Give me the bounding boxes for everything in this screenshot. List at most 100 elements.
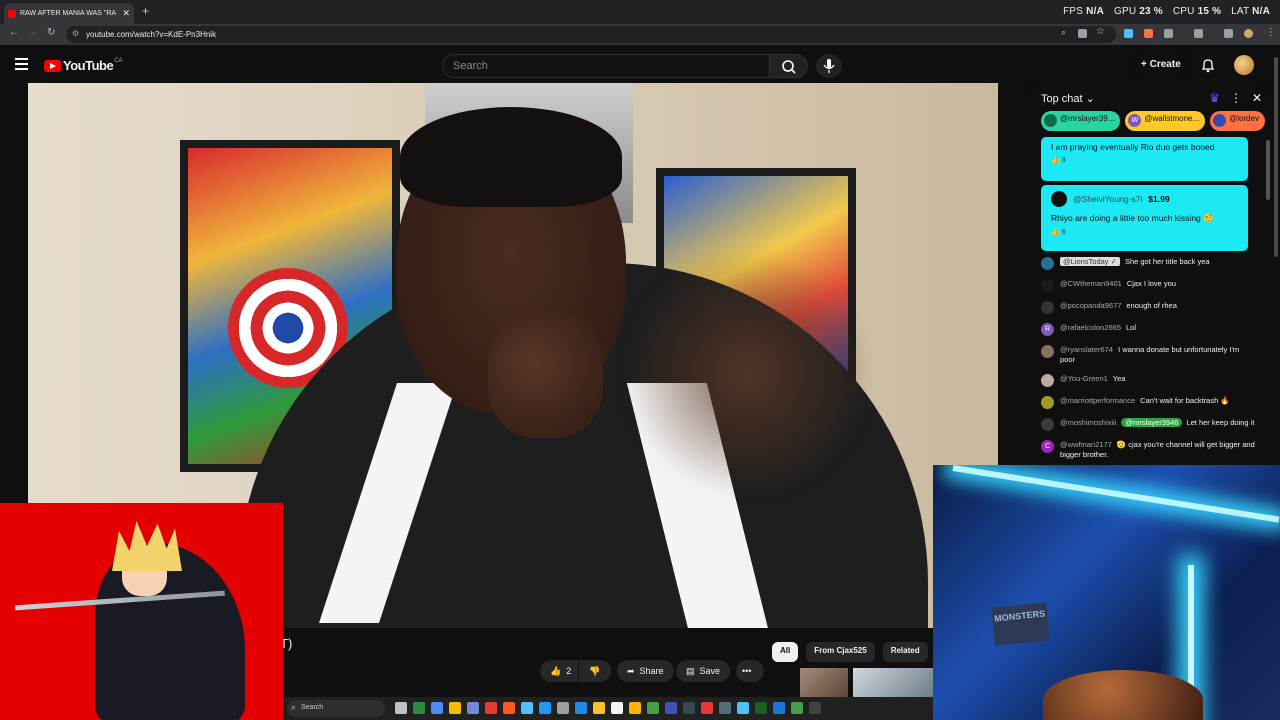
taskbar-app-icon[interactable] xyxy=(755,702,767,714)
chat-author[interactable]: @CWtheman9401 xyxy=(1060,279,1122,288)
page-scrollbar[interactable] xyxy=(1272,45,1280,265)
taskbar-app-icon[interactable] xyxy=(665,702,677,714)
chat-author[interactable]: @moshimoshixiii xyxy=(1060,418,1116,427)
brave-icon[interactable] xyxy=(1144,29,1153,38)
install-icon[interactable] xyxy=(1078,29,1087,38)
chat-scrollbar[interactable] xyxy=(1266,140,1270,440)
chat-message[interactable]: @pocopanda9677 enough of rhea xyxy=(1041,301,1256,314)
taskbar-app-icon[interactable] xyxy=(629,702,641,714)
chat-message[interactable]: @CWtheman9401 Cjax I love you xyxy=(1041,279,1256,292)
chat-author[interactable]: @You-Green1 xyxy=(1060,374,1108,383)
youtube-logo[interactable]: YouTube CA xyxy=(44,58,123,73)
forward-icon[interactable]: → xyxy=(28,27,38,38)
taskbar-app-icon[interactable] xyxy=(593,702,605,714)
site-info-icon[interactable]: ⚙ xyxy=(72,29,79,38)
chat-message[interactable]: @marriottperformance Can't wait for backt… xyxy=(1041,396,1256,409)
super-chat-card[interactable]: @ShelviYoung-s7i $1.99 Rhiyo are doing a… xyxy=(1041,185,1248,251)
taskbar-app-icon[interactable] xyxy=(485,702,497,714)
chat-message[interactable]: @LionsToday ✓ She got her title back yea xyxy=(1041,257,1256,270)
create-button[interactable]: + Create xyxy=(1132,53,1190,77)
search-button[interactable] xyxy=(769,54,808,78)
super-chat-card[interactable]: I am praying eventually Rio duo gets boo… xyxy=(1041,137,1248,181)
zoom-icon[interactable]: ⌕ xyxy=(1061,27,1070,37)
taskbar-app-icon[interactable] xyxy=(683,702,695,714)
lat-stat: LAT N/A xyxy=(1231,6,1270,17)
filter-chip-related[interactable]: Related xyxy=(882,642,928,662)
bookmark-star-icon[interactable]: ☆ xyxy=(1096,26,1105,37)
chat-mention-tag[interactable]: @mrslayer3946 xyxy=(1121,418,1183,427)
notifications-bell-icon[interactable] xyxy=(1200,57,1216,73)
chat-message[interactable]: R @rafaelcolon2665 Lol xyxy=(1041,323,1256,336)
side-panel-icon[interactable] xyxy=(1194,29,1203,38)
taskbar-app-icon[interactable] xyxy=(611,702,623,714)
taskbar-app-icon[interactable] xyxy=(449,702,461,714)
chat-message[interactable]: @moshimoshixiii @mrslayer3946 Let her keep… xyxy=(1041,418,1256,431)
plus-icon: + xyxy=(1141,59,1147,70)
reload-icon[interactable]: ↻ xyxy=(47,27,55,38)
tab-close-icon[interactable]: ✕ xyxy=(122,8,130,19)
taskbar-app-icon[interactable] xyxy=(773,702,785,714)
like-button[interactable]: 👍 2 xyxy=(540,660,578,682)
extensions-puzzle-icon[interactable] xyxy=(1164,29,1173,38)
more-vertical-icon[interactable]: ⋮ xyxy=(1230,91,1242,105)
close-icon[interactable]: ✕ xyxy=(1252,91,1262,105)
back-icon[interactable]: ← xyxy=(9,27,19,38)
chat-author[interactable]: @LionsToday ✓ xyxy=(1060,257,1120,266)
chat-message[interactable]: C @wwfman2177 🫡 cjax you're channel will g… xyxy=(1041,440,1256,460)
profile-icon[interactable] xyxy=(1224,29,1233,38)
share-button[interactable]: ➦ Share xyxy=(617,660,674,682)
hamburger-menu-icon[interactable] xyxy=(15,58,28,73)
new-tab-button[interactable]: + xyxy=(142,4,149,18)
taskbar-app-icon[interactable] xyxy=(467,702,479,714)
microphone-icon xyxy=(823,59,835,73)
filter-chip-from-channel[interactable]: From Cjax525 xyxy=(806,642,875,662)
address-bar[interactable]: ⚙ youtube.com/watch?v=KdE-Pn3Hnik xyxy=(66,26,1116,43)
chat-message[interactable]: @ryanslater674 I wanna donate but unfortu… xyxy=(1041,345,1256,365)
taskbar-app-icons xyxy=(395,702,821,714)
taskbar-app-icon[interactable] xyxy=(431,702,443,714)
user-avatar[interactable] xyxy=(1234,55,1254,75)
voice-search-button[interactable] xyxy=(816,54,842,78)
crown-icon[interactable]: ♛ xyxy=(1209,91,1220,105)
taskbar-app-icon[interactable] xyxy=(647,702,659,714)
taskbar-app-icon[interactable] xyxy=(521,702,533,714)
recommended-thumbnail[interactable] xyxy=(853,668,933,698)
ticker-chip[interactable]: @mrslayer39... xyxy=(1041,111,1121,131)
ticker-chip[interactable]: W @wallstmone... xyxy=(1125,111,1206,131)
dislike-button[interactable]: 👎 xyxy=(579,660,611,682)
chat-author[interactable]: @ryanslater674 xyxy=(1060,345,1113,354)
chat-message[interactable]: @You-Green1 Yea xyxy=(1041,374,1256,387)
taskbar-app-icon[interactable] xyxy=(395,702,407,714)
taskbar-app-icon[interactable] xyxy=(539,702,551,714)
search-input[interactable]: Search xyxy=(442,54,770,78)
account-avatar-icon[interactable] xyxy=(1244,29,1253,38)
browser-menu-icon[interactable]: ⋮ xyxy=(1266,27,1276,38)
chat-mode-dropdown[interactable]: Top chat ⌄ xyxy=(1041,92,1095,106)
recommended-thumbnail[interactable] xyxy=(800,668,848,698)
taskbar-search-input[interactable]: Search xyxy=(287,700,385,717)
taskbar-app-icon[interactable] xyxy=(413,702,425,714)
chat-author[interactable]: @rafaelcolon2665 xyxy=(1060,323,1121,332)
taskbar-app-icon[interactable] xyxy=(503,702,515,714)
taskbar-app-icon[interactable] xyxy=(791,702,803,714)
super-chat-text: Rhiyo are doing a little too much kissin… xyxy=(1051,213,1214,223)
taskbar-app-icon[interactable] xyxy=(557,702,569,714)
more-icon: ••• xyxy=(742,666,752,676)
chat-author[interactable]: @pocopanda9677 xyxy=(1060,301,1121,310)
ticker-avatar xyxy=(1044,114,1057,127)
browser-tab[interactable]: RAW AFTER MANIA WAS "RA ✕ xyxy=(4,3,134,24)
chat-author[interactable]: @wwfman2177 xyxy=(1060,440,1112,449)
more-actions-button[interactable]: ••• xyxy=(736,660,764,682)
ticker-chip[interactable]: @lordev xyxy=(1210,111,1266,131)
chat-author[interactable]: @marriottperformance xyxy=(1060,396,1135,405)
save-button[interactable]: ▤ Save xyxy=(676,660,731,682)
taskbar-app-icon[interactable] xyxy=(701,702,713,714)
filter-chip-all[interactable]: All xyxy=(772,642,799,662)
tab-title: RAW AFTER MANIA WAS "RA xyxy=(20,10,117,17)
taskbar-app-icon[interactable] xyxy=(719,702,731,714)
chat-avatar xyxy=(1041,418,1054,431)
taskbar-app-icon[interactable] xyxy=(809,702,821,714)
taskbar-app-icon[interactable] xyxy=(737,702,749,714)
taskbar-app-icon[interactable] xyxy=(575,702,587,714)
extension-icon[interactable] xyxy=(1124,29,1133,38)
